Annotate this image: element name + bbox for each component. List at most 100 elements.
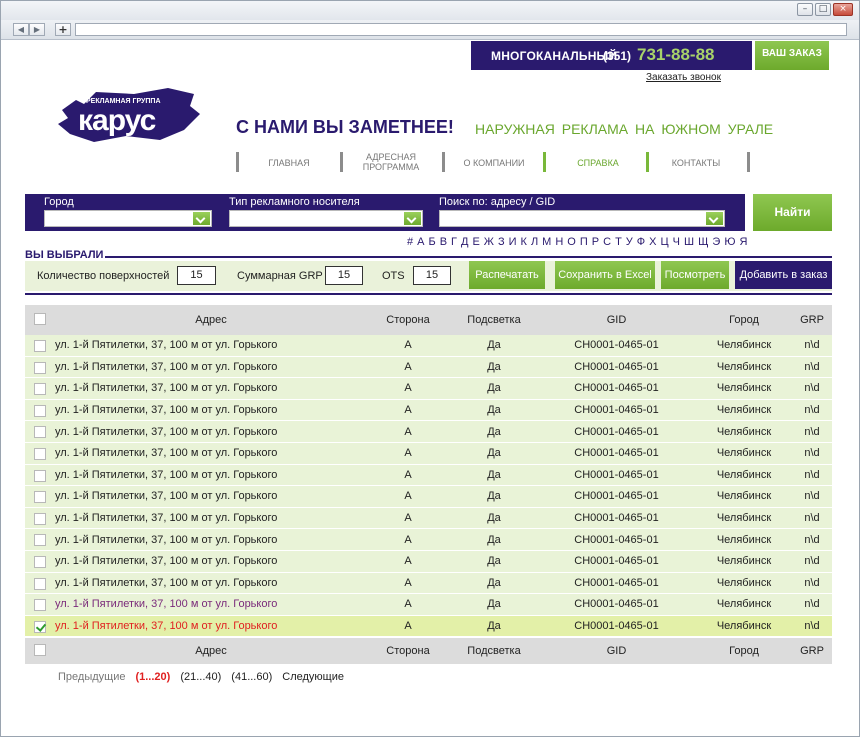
col-grp[interactable]: GRP	[794, 638, 830, 664]
table-row[interactable]: ул. 1-й Пятилетки, 37, 100 м от ул. Горь…	[25, 335, 832, 357]
nav-contacts[interactable]: КОНТАКТЫ	[666, 158, 726, 168]
table-row[interactable]: ул. 1-й Пятилетки, 37, 100 м от ул. Горь…	[25, 464, 832, 487]
select-all-checkbox-footer[interactable]	[34, 644, 46, 657]
table-row[interactable]: ул. 1-й Пятилетки, 37, 100 м от ул. Горь…	[25, 594, 832, 616]
table-row[interactable]: ул. 1-й Пятилетки, 37, 100 м от ул. Горь…	[25, 421, 832, 443]
alphabet-letter[interactable]: Л	[531, 236, 538, 248]
alphabet-letter[interactable]: Ж	[484, 236, 494, 248]
view-button[interactable]: Посмотреть	[661, 261, 729, 289]
find-button[interactable]: Найти	[753, 194, 832, 231]
chevron-down-icon[interactable]	[404, 212, 421, 225]
row-checkbox[interactable]	[34, 404, 46, 417]
table-row[interactable]: ул. 1-й Пятилетки, 37, 100 м от ул. Горь…	[25, 486, 832, 508]
address-bar[interactable]	[75, 23, 847, 36]
alphabet-letter[interactable]: Э	[712, 236, 720, 248]
table-row[interactable]: ул. 1-й Пятилетки, 37, 100 м от ул. Горь…	[25, 572, 832, 595]
row-checkbox[interactable]	[34, 599, 46, 612]
table-row[interactable]: ул. 1-й Пятилетки, 37, 100 м от ул. Горь…	[25, 550, 832, 573]
col-city[interactable]: Город	[694, 305, 794, 335]
alphabet-letter[interactable]: К	[521, 236, 527, 248]
alphabet-letter[interactable]: Д	[461, 236, 468, 248]
alphabet-letter[interactable]: Ш	[684, 236, 694, 248]
nav-about[interactable]: О КОМПАНИИ	[458, 158, 530, 168]
alphabet-letter[interactable]: Р	[592, 236, 599, 248]
alphabet-letter[interactable]: Щ	[698, 236, 708, 248]
maximize-icon[interactable]: □	[815, 3, 831, 16]
alphabet-letter[interactable]: Я	[739, 236, 747, 248]
callback-link[interactable]: Заказать звонок	[646, 72, 721, 83]
nav-home[interactable]: ГЛАВНАЯ	[264, 158, 314, 168]
row-checkbox[interactable]	[34, 620, 46, 633]
alphabet-letter[interactable]: Ю	[724, 236, 735, 248]
row-checkbox[interactable]	[34, 491, 46, 504]
col-address[interactable]: Адрес	[55, 305, 367, 335]
your-order-button[interactable]: ВАШ ЗАКАЗ	[755, 41, 829, 70]
alphabet-letter[interactable]: И	[509, 236, 517, 248]
col-gid[interactable]: GID	[539, 305, 694, 335]
table-row[interactable]: ул. 1-й Пятилетки, 37, 100 м от ул. Горь…	[25, 378, 832, 400]
address-gid-select[interactable]	[439, 210, 725, 227]
row-checkbox[interactable]	[34, 555, 46, 568]
alphabet-letter[interactable]: М	[542, 236, 551, 248]
media-type-select[interactable]	[229, 210, 423, 227]
alphabet-letter[interactable]: С	[603, 236, 611, 248]
alphabet-letter[interactable]: З	[498, 236, 505, 248]
col-address[interactable]: Адрес	[55, 638, 367, 664]
pager-current[interactable]: (1...20)	[135, 671, 170, 683]
row-checkbox[interactable]	[34, 340, 46, 352]
add-to-order-button[interactable]: Добавить в заказ	[735, 261, 832, 289]
table-row[interactable]: ул. 1-й Пятилетки, 37, 100 м от ул. Горь…	[25, 399, 832, 422]
alphabet-letter[interactable]: В	[440, 236, 447, 248]
col-grp[interactable]: GRP	[794, 305, 830, 335]
pager-prev[interactable]: Предыдущие	[58, 671, 125, 683]
row-checkbox[interactable]	[34, 383, 46, 396]
table-row[interactable]: ул. 1-й Пятилетки, 37, 100 м от ул. Горь…	[25, 529, 832, 551]
row-checkbox[interactable]	[34, 447, 46, 460]
alphabet-letter[interactable]: #	[407, 236, 413, 248]
alphabet-letter[interactable]: А	[417, 236, 424, 248]
pager-next[interactable]: Следующие	[282, 671, 344, 683]
row-checkbox[interactable]	[34, 426, 46, 439]
table-row[interactable]: ул. 1-й Пятилетки, 37, 100 м от ул. Горь…	[25, 442, 832, 465]
alphabet-letter[interactable]: О	[567, 236, 576, 248]
col-side[interactable]: Сторона	[367, 305, 449, 335]
print-button[interactable]: Распечатать	[469, 261, 545, 289]
select-all-checkbox[interactable]	[34, 313, 46, 325]
table-row[interactable]: ул. 1-й Пятилетки, 37, 100 м от ул. Горь…	[25, 507, 832, 530]
karus-logo[interactable]: РЕКЛАМНАЯ ГРУППА карус	[56, 86, 201, 144]
alphabet-letter[interactable]: Б	[428, 236, 435, 248]
back-arrow-icon[interactable]: ◀	[13, 23, 29, 36]
new-tab-plus-icon[interactable]: +	[55, 23, 71, 36]
alphabet-letter[interactable]: Г	[451, 236, 457, 248]
pager-page[interactable]: (41...60)	[231, 671, 272, 683]
chevron-down-icon[interactable]	[193, 212, 210, 225]
col-light[interactable]: Подсветка	[449, 638, 539, 664]
table-row[interactable]: ул. 1-й Пятилетки, 37, 100 м от ул. Горь…	[25, 615, 832, 638]
table-row[interactable]: ул. 1-й Пятилетки, 37, 100 м от ул. Горь…	[25, 356, 832, 379]
alphabet-letter[interactable]: Н	[555, 236, 563, 248]
row-checkbox[interactable]	[34, 469, 46, 482]
save-excel-button[interactable]: Сохранить в Excel	[555, 261, 655, 289]
col-city[interactable]: Город	[694, 638, 794, 664]
row-checkbox[interactable]	[34, 361, 46, 374]
city-select[interactable]	[44, 210, 212, 227]
alphabet-letter[interactable]: Т	[615, 236, 622, 248]
row-checkbox[interactable]	[34, 577, 46, 590]
minimize-icon[interactable]: –	[797, 3, 813, 16]
row-checkbox[interactable]	[34, 534, 46, 547]
alphabet-letter[interactable]: У	[626, 236, 633, 248]
forward-arrow-icon[interactable]: ▶	[29, 23, 45, 36]
alphabet-letter[interactable]: Ч	[673, 236, 680, 248]
row-checkbox[interactable]	[34, 512, 46, 525]
col-light[interactable]: Подсветка	[449, 305, 539, 335]
nav-address-program[interactable]: АДРЕСНАЯ ПРОГРАММА	[354, 152, 428, 172]
alphabet-letter[interactable]: Х	[649, 236, 656, 248]
alphabet-letter[interactable]: Е	[472, 236, 479, 248]
chevron-down-icon[interactable]	[706, 212, 723, 225]
close-icon[interactable]: ×	[833, 3, 853, 16]
col-gid[interactable]: GID	[539, 638, 694, 664]
nav-help[interactable]: СПРАВКА	[568, 158, 628, 168]
alphabet-letter[interactable]: Ц	[661, 236, 669, 248]
col-side[interactable]: Сторона	[367, 638, 449, 664]
alphabet-letter[interactable]: Ф	[637, 236, 645, 248]
